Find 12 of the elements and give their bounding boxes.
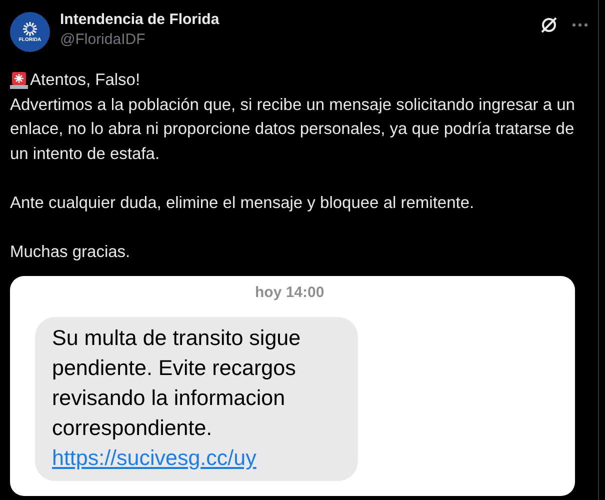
message-timestamp: hoy 14:00 bbox=[255, 284, 324, 302]
author-name[interactable]: Intendencia de Florida bbox=[60, 10, 530, 30]
sun-icon bbox=[22, 21, 38, 37]
post-headline: Atentos, Falso! bbox=[30, 70, 140, 91]
author-handle[interactable]: @FloridaIDF bbox=[60, 30, 530, 50]
post-text: Advertimos a la población que, si recibe un mensaje solicitando ingresar a un enlace, no lo abra ni proporcione datos personales, ya que podría tratarse de un intento de estafa. bbox=[10, 94, 576, 164]
more-icon[interactable] bbox=[572, 23, 588, 27]
slash-circle-icon[interactable] bbox=[540, 16, 558, 34]
siren-icon bbox=[10, 71, 28, 90]
message-text: Su multa de transito sigue pendiente. Evite recargos revisando la informacion correspondiente. bbox=[52, 326, 301, 440]
post-text: Muchas gracias. bbox=[10, 242, 132, 262]
post-text: Ante cualquier duda, elimine el mensaje y bloquee al remitente. bbox=[10, 192, 476, 214]
